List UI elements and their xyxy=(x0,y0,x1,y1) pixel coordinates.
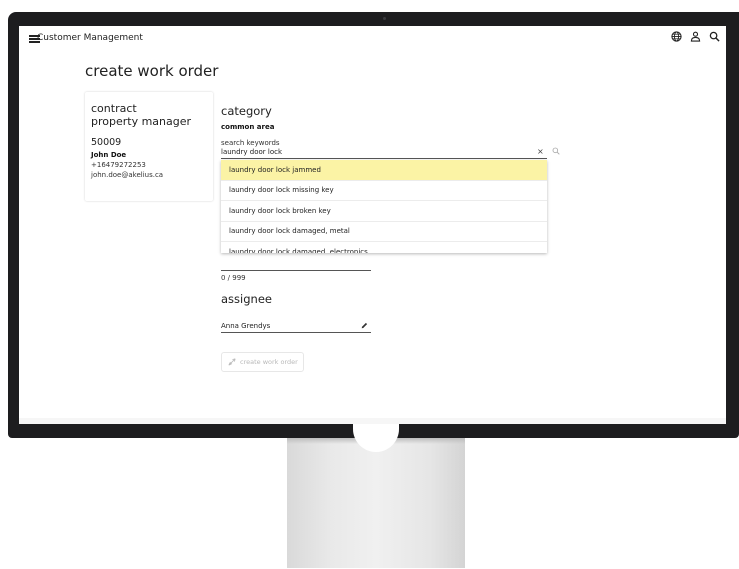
camera-dot xyxy=(383,17,386,20)
category-title: category xyxy=(221,104,272,118)
suggestion-item[interactable]: laundry door lock broken key xyxy=(221,201,547,222)
search-underline xyxy=(221,158,547,159)
create-work-order-label: create work order xyxy=(240,358,298,366)
create-work-order-button[interactable]: create work order xyxy=(221,352,304,372)
contact-name: John Doe xyxy=(91,151,127,159)
search-keywords-label: search keywords xyxy=(221,139,280,147)
description-underline xyxy=(221,270,371,271)
assignee-title: assignee xyxy=(221,292,272,306)
pencil-icon[interactable] xyxy=(361,322,368,329)
globe-icon[interactable] xyxy=(671,31,682,42)
user-icon[interactable] xyxy=(690,31,701,42)
assignee-underline xyxy=(221,332,371,333)
monitor-stand xyxy=(287,438,465,568)
contact-email: john.doe@akelius.ca xyxy=(91,171,164,179)
suggestion-item[interactable]: laundry door lock damaged, metal xyxy=(221,222,547,242)
screen: Customer Management create work order co… xyxy=(19,26,726,424)
suggestion-item[interactable]: laundry door lock jammed xyxy=(221,160,547,181)
app-bar: Customer Management xyxy=(19,26,726,52)
top-icons xyxy=(671,31,720,42)
suggestion-dropdown: laundry door lock jammed laundry door lo… xyxy=(221,160,547,253)
screen-bottom-edge xyxy=(19,418,726,424)
page-title: create work order xyxy=(85,62,219,80)
category-subtitle: common area xyxy=(221,123,275,131)
clear-icon[interactable]: × xyxy=(537,147,544,156)
character-counter: 0 / 999 xyxy=(221,274,246,282)
contact-phone: +16479272253 xyxy=(91,161,146,169)
app-title: Customer Management xyxy=(37,33,143,43)
search-icon[interactable] xyxy=(709,31,720,42)
contract-heading: contract property manager xyxy=(91,102,192,128)
suggestion-item[interactable]: laundry door lock damaged, electronics xyxy=(221,242,547,253)
search-icon[interactable] xyxy=(552,147,560,155)
contract-id: 50009 xyxy=(91,137,122,148)
send-icon xyxy=(228,358,236,366)
contract-card: contract property manager 50009 John Doe… xyxy=(85,92,213,201)
search-keywords-input[interactable]: laundry door lock xyxy=(221,148,282,156)
suggestion-item[interactable]: laundry door lock missing key xyxy=(221,181,547,201)
assignee-field[interactable]: Anna Grendys xyxy=(221,322,270,330)
